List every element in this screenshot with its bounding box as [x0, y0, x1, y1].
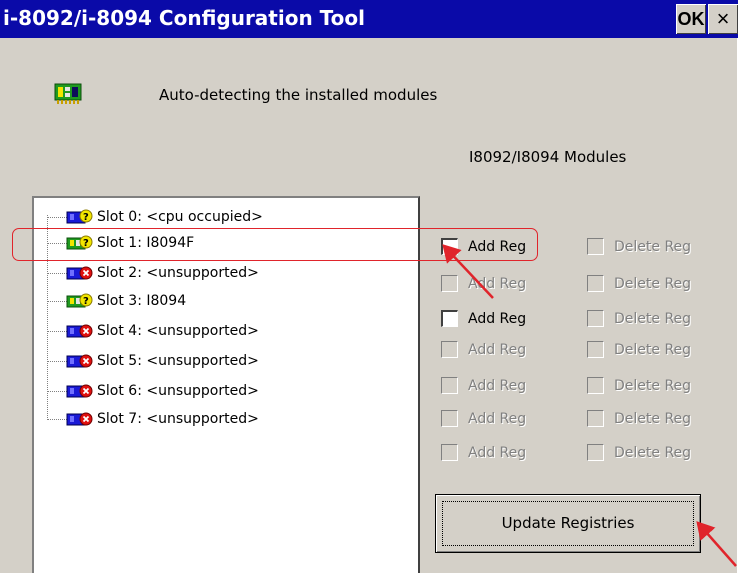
unsupported-module-icon [65, 352, 95, 370]
slot-label: Slot 3: I8094 [97, 293, 187, 309]
slot-tree-item[interactable]: ? Slot 0: <cpu occupied> [47, 206, 263, 228]
unsupported-module-icon [65, 322, 95, 340]
add-reg-checkbox: Add Reg [441, 377, 526, 394]
delete-reg-checkbox: Delete Reg [587, 410, 691, 427]
slot-label: Slot 0: <cpu occupied> [97, 209, 263, 225]
add-reg-label: Add Reg [468, 377, 527, 394]
slot-tree-item[interactable]: Slot 6: <unsupported> [47, 380, 259, 402]
slot-tree-item[interactable]: Slot 7: <unsupported> [47, 408, 259, 430]
tree-branch-line [47, 390, 67, 392]
unsupported-module-icon [65, 410, 95, 428]
add-reg-label: Add Reg [468, 275, 527, 292]
add-reg-label: Add Reg [468, 341, 527, 358]
add-reg-label: Add Reg [468, 310, 527, 327]
slot-label: Slot 4: <unsupported> [97, 323, 259, 339]
checkbox-box [587, 238, 604, 255]
delete-reg-checkbox: Delete Reg [587, 310, 691, 327]
slot-label: Slot 7: <unsupported> [97, 411, 259, 427]
delete-reg-checkbox: Delete Reg [587, 341, 691, 358]
tree-branch-line [47, 272, 67, 274]
update-registries-button[interactable]: Update Registries [435, 494, 701, 553]
add-reg-label: Add Reg [468, 410, 527, 427]
annotation-highlight-box [12, 228, 538, 261]
delete-reg-label: Delete Reg [614, 410, 692, 427]
checkbox-box [441, 410, 458, 427]
add-reg-label: Add Reg [468, 444, 527, 461]
ok-button[interactable]: OK [676, 4, 706, 34]
slot-tree-item[interactable]: Slot 2: <unsupported> [47, 262, 259, 284]
tree-branch-line [47, 360, 67, 362]
delete-reg-label: Delete Reg [614, 275, 692, 292]
tree-branch-line [47, 216, 67, 218]
tree-branch-line [47, 418, 67, 420]
delete-reg-checkbox: Delete Reg [587, 275, 691, 292]
checkbox-box[interactable] [441, 310, 458, 327]
slot-label: Slot 6: <unsupported> [97, 383, 259, 399]
delete-reg-checkbox: Delete Reg [587, 444, 691, 461]
add-reg-checkbox: Add Reg [441, 410, 526, 427]
delete-reg-checkbox: Delete Reg [587, 377, 691, 394]
checkbox-box [587, 444, 604, 461]
add-reg-checkbox: Add Reg [441, 341, 526, 358]
unsupported-module-icon [65, 382, 95, 400]
delete-reg-label: Delete Reg [614, 238, 692, 255]
delete-reg-label: Delete Reg [614, 341, 692, 358]
slot-label: Slot 2: <unsupported> [97, 265, 259, 281]
status-text: Auto-detecting the installed modules [159, 86, 438, 104]
window-title: i-8092/i-8094 Configuration Tool [3, 6, 365, 30]
checkbox-box [441, 377, 458, 394]
config-tool-window: i-8092/i-8094 Configuration Tool OK × Au… [0, 0, 738, 573]
title-bar: i-8092/i-8094 Configuration Tool OK × [0, 0, 738, 38]
slot-tree-item[interactable]: Slot 5: <unsupported> [47, 350, 259, 372]
motion-module-icon: ? [65, 292, 95, 310]
checkbox-box [587, 377, 604, 394]
slot-label: Slot 5: <unsupported> [97, 353, 259, 369]
delete-reg-label: Delete Reg [614, 377, 692, 394]
tree-branch-line [47, 300, 67, 302]
tree-branch-line [47, 330, 67, 332]
add-reg-checkbox[interactable]: Add Reg [441, 310, 526, 327]
annotation-arrow-update [696, 521, 737, 567]
checkbox-box [441, 275, 458, 292]
delete-reg-label: Delete Reg [614, 310, 692, 327]
svg-text:?: ? [83, 296, 89, 307]
add-reg-checkbox: Add Reg [441, 275, 526, 292]
delete-reg-checkbox: Delete Reg [587, 238, 691, 255]
modules-label: I8092/I8094 Modules [469, 148, 627, 166]
update-registries-label: Update Registries [501, 514, 635, 532]
unsupported-module-icon [65, 264, 95, 282]
checkbox-box [587, 275, 604, 292]
checkbox-box [587, 341, 604, 358]
checkbox-box [441, 444, 458, 461]
checkbox-box [587, 410, 604, 427]
cpu-slot-icon: ? [65, 208, 95, 226]
slot-tree-item[interactable]: ? Slot 3: I8094 [47, 290, 186, 312]
module-board-icon [54, 83, 82, 104]
svg-text:?: ? [83, 212, 89, 223]
checkbox-box [441, 341, 458, 358]
checkbox-box [587, 310, 604, 327]
add-reg-checkbox: Add Reg [441, 444, 526, 461]
slot-tree-item[interactable]: Slot 4: <unsupported> [47, 320, 259, 342]
close-button[interactable]: × [708, 4, 738, 34]
delete-reg-label: Delete Reg [614, 444, 692, 461]
